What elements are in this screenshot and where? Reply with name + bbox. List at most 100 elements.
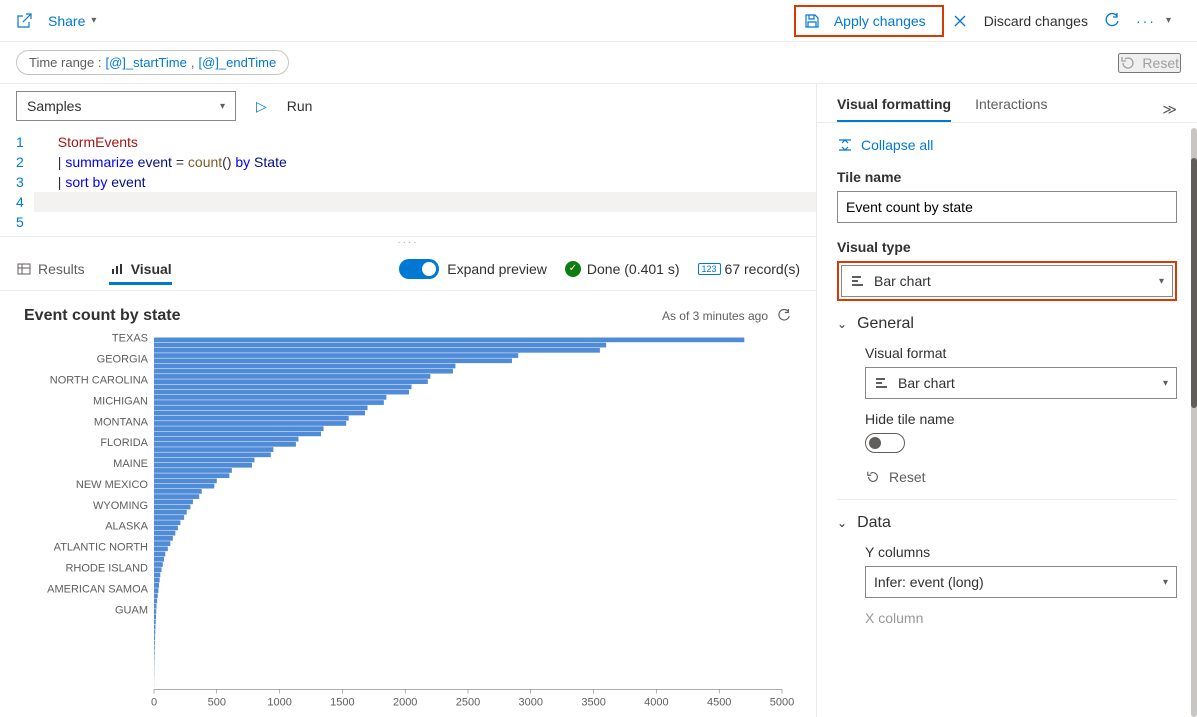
- svg-text:NEW MEXICO: NEW MEXICO: [76, 479, 149, 491]
- ycolumns-select[interactable]: Infer: event (long) ▾: [865, 566, 1177, 598]
- svg-text:WYOMING: WYOMING: [93, 500, 148, 512]
- expand-pane-icon[interactable]: ≫: [1162, 101, 1177, 118]
- section-general-header[interactable]: ⌄ General: [837, 315, 1177, 333]
- svg-text:2000: 2000: [393, 697, 417, 709]
- chart-icon: [109, 261, 125, 277]
- run-button[interactable]: ▷ Run: [256, 98, 312, 115]
- editor-code[interactable]: StormEvents | summarize event = count() …: [34, 128, 816, 236]
- reset-icon: [1120, 55, 1136, 71]
- top-toolbar: Share ▾ Apply changes Discard changes ···…: [0, 0, 1197, 42]
- query-toolbar: Samples ▾ ▷ Run: [0, 84, 816, 128]
- collapse-icon: [837, 137, 853, 153]
- tile-name-label: Tile name: [837, 169, 1177, 185]
- chevron-down-icon: ▾: [220, 101, 225, 112]
- pill-var-end: [@]_endTime: [198, 55, 276, 70]
- query-editor[interactable]: 12345 StormEvents | summarize event = co…: [0, 128, 816, 237]
- database-select[interactable]: Samples ▾: [16, 91, 236, 121]
- scrollbar[interactable]: [1191, 128, 1197, 717]
- horizontal-splitter[interactable]: ····: [0, 237, 816, 247]
- visual-type-highlight: Bar chart ▾: [837, 261, 1177, 301]
- done-status: Done (0.401 s): [587, 261, 680, 277]
- svg-text:4000: 4000: [644, 697, 668, 709]
- visual-type-value: Bar chart: [874, 273, 931, 289]
- hide-tile-toggle[interactable]: [865, 433, 905, 453]
- chevron-down-icon: ⌄: [837, 317, 847, 331]
- chevron-down-icon: ▾: [91, 15, 96, 26]
- xcolumn-label: X column: [865, 610, 1177, 626]
- pill-var-start: [@]_startTime: [106, 55, 187, 70]
- svg-text:MAINE: MAINE: [113, 458, 148, 470]
- chevron-down-icon: ▾: [1166, 15, 1173, 26]
- apply-changes-highlight: Apply changes: [794, 5, 944, 37]
- results-tab[interactable]: Results: [16, 253, 85, 285]
- visual-format-select[interactable]: Bar chart ▾: [865, 367, 1177, 399]
- discard-changes-button[interactable]: Discard changes: [976, 9, 1096, 33]
- record-icon: 123: [698, 263, 721, 275]
- svg-text:1000: 1000: [267, 697, 291, 709]
- apply-changes-button[interactable]: Apply changes: [826, 9, 934, 33]
- svg-text:4500: 4500: [707, 697, 731, 709]
- chevron-down-icon: ▾: [1163, 577, 1168, 588]
- success-icon: ✓: [565, 261, 581, 277]
- share-icon: [16, 13, 32, 29]
- svg-text:RHODE ISLAND: RHODE ISLAND: [65, 563, 148, 575]
- run-label: Run: [287, 98, 313, 114]
- time-range-pill[interactable]: Time range : [@]_startTime, [@]_endTime: [16, 50, 289, 75]
- svg-text:TEXAS: TEXAS: [112, 333, 148, 345]
- visual-tab[interactable]: Visual: [109, 253, 172, 285]
- reset-parameters-button[interactable]: Reset: [1118, 53, 1181, 73]
- chart-panel: Event count by state As of 3 minutes ago…: [0, 291, 816, 717]
- svg-text:AMERICAN SAMOA: AMERICAN SAMOA: [47, 583, 149, 595]
- more-menu-button[interactable]: ···▾: [1128, 9, 1181, 33]
- share-label: Share: [48, 13, 85, 29]
- collapse-all-button[interactable]: Collapse all: [837, 137, 1177, 153]
- close-icon: [952, 13, 968, 29]
- visual-type-select[interactable]: Bar chart ▾: [841, 265, 1173, 297]
- save-icon: [804, 13, 820, 29]
- chart-title: Event count by state: [24, 307, 180, 325]
- svg-text:NORTH CAROLINA: NORTH CAROLINA: [50, 374, 149, 386]
- svg-text:0: 0: [151, 697, 157, 709]
- share-button[interactable]: Share ▾: [40, 9, 104, 33]
- collapse-all-label: Collapse all: [861, 137, 933, 153]
- tab-interactions[interactable]: Interactions: [975, 96, 1047, 122]
- ycolumns-label: Y columns: [865, 544, 1177, 560]
- reset-general-button[interactable]: Reset: [865, 469, 1177, 485]
- editor-gutter: 12345: [0, 128, 34, 236]
- section-data-label: Data: [857, 514, 891, 532]
- tile-name-input[interactable]: [837, 191, 1177, 223]
- svg-text:5000: 5000: [770, 697, 794, 709]
- refresh-icon[interactable]: [776, 308, 792, 324]
- ycolumns-value: Infer: event (long): [874, 574, 984, 590]
- reset-icon: [865, 469, 881, 485]
- results-tab-label: Results: [38, 261, 85, 277]
- bar-chart-icon: [874, 375, 890, 391]
- chart-timestamp: As of 3 minutes ago: [662, 309, 768, 323]
- apply-label: Apply changes: [834, 13, 926, 29]
- pill-prefix: Time range :: [29, 55, 102, 70]
- refresh-icon[interactable]: [1104, 13, 1120, 29]
- tab-visual-formatting[interactable]: Visual formatting: [837, 96, 951, 122]
- parameter-row: Time range : [@]_startTime, [@]_endTime …: [0, 42, 1197, 84]
- svg-text:MICHIGAN: MICHIGAN: [93, 395, 148, 407]
- svg-text:2500: 2500: [456, 697, 480, 709]
- table-icon: [16, 261, 32, 277]
- svg-text:ATLANTIC NORTH: ATLANTIC NORTH: [54, 542, 148, 554]
- results-toolbar: Results Visual Expand preview ✓ Done (0.…: [0, 247, 816, 291]
- svg-text:1500: 1500: [330, 697, 354, 709]
- svg-text:3000: 3000: [519, 697, 543, 709]
- record-count[interactable]: 123 67 record(s): [698, 261, 801, 277]
- reset-general-label: Reset: [889, 469, 926, 485]
- chevron-down-icon: ▾: [1159, 276, 1164, 287]
- svg-text:ALASKA: ALASKA: [105, 521, 148, 533]
- record-count-label: 67 record(s): [725, 261, 800, 277]
- section-general-label: General: [857, 315, 914, 333]
- section-data-header[interactable]: ⌄ Data: [837, 514, 1177, 532]
- visual-format-label: Visual format: [865, 345, 1177, 361]
- visual-tab-label: Visual: [131, 261, 172, 277]
- reset-label: Reset: [1142, 55, 1179, 71]
- chevron-down-icon: ▾: [1163, 378, 1168, 389]
- database-name: Samples: [27, 98, 81, 114]
- svg-text:500: 500: [208, 697, 226, 709]
- expand-preview-toggle[interactable]: [399, 259, 439, 279]
